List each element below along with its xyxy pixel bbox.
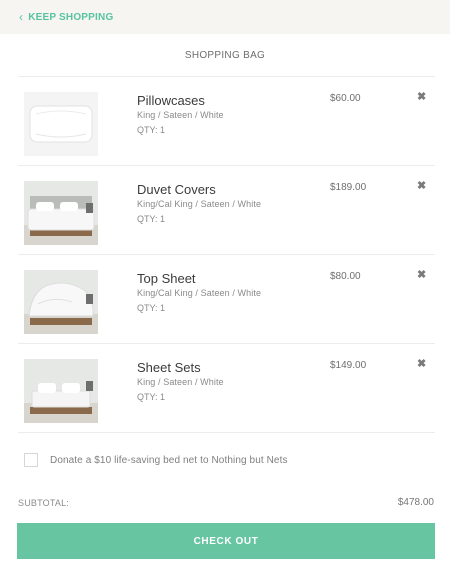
item-name[interactable]: Top Sheet [137,271,196,286]
donation-checkbox[interactable] [24,453,38,467]
keep-shopping-link[interactable]: ‹ KEEP SHOPPING [19,11,113,23]
close-icon[interactable]: ✖ [417,359,426,370]
item-options: King/Cal King / Sateen / White [137,199,262,209]
pillowcase-image [24,92,98,156]
item-price: $80.00 [330,271,361,282]
cart-item: Pillowcases King / Sateen / White QTY: 1… [18,77,435,166]
close-icon[interactable]: ✖ [417,270,426,281]
chevron-left-icon: ‹ [19,10,24,24]
cart-item: Top Sheet King/Cal King / Sateen / White… [18,255,435,344]
item-name[interactable]: Duvet Covers [137,182,216,197]
subtotal-value: $478.00 [397,497,434,508]
item-quantity: QTY: 1 [137,392,166,402]
close-icon[interactable]: ✖ [417,92,426,103]
item-quantity: QTY: 1 [137,303,166,313]
duvet-image [24,181,98,245]
item-name[interactable]: Sheet Sets [137,360,201,375]
close-icon[interactable]: ✖ [417,181,426,192]
item-price: $149.00 [330,360,367,371]
page-title: SHOPPING BAG [184,50,266,61]
subtotal-label: SUBTOTAL: [18,498,69,508]
item-options: King / Sateen / White [137,377,224,387]
item-price: $189.00 [330,182,367,193]
item-price: $60.00 [330,93,361,104]
cart-item: Duvet Covers King/Cal King / Sateen / Wh… [18,166,435,255]
item-quantity: QTY: 1 [137,214,166,224]
donation-label[interactable]: Donate a $10 life-saving bed net to Noth… [50,455,288,466]
item-options: King/Cal King / Sateen / White [137,288,262,298]
item-name[interactable]: Pillowcases [137,93,205,108]
donation-option: Donate a $10 life-saving bed net to Noth… [24,453,288,467]
cart-item: Sheet Sets King / Sateen / White QTY: 1 … [18,344,435,433]
item-quantity: QTY: 1 [137,125,166,135]
checkout-button[interactable]: CHECK OUT [17,523,435,559]
item-options: King / Sateen / White [137,110,224,120]
cart-item-list: Pillowcases King / Sateen / White QTY: 1… [18,76,435,433]
keep-shopping-label: KEEP SHOPPING [28,11,114,23]
sheet-set-image [24,359,98,423]
top-bar: ‹ KEEP SHOPPING [0,0,450,34]
top-sheet-image [24,270,98,334]
